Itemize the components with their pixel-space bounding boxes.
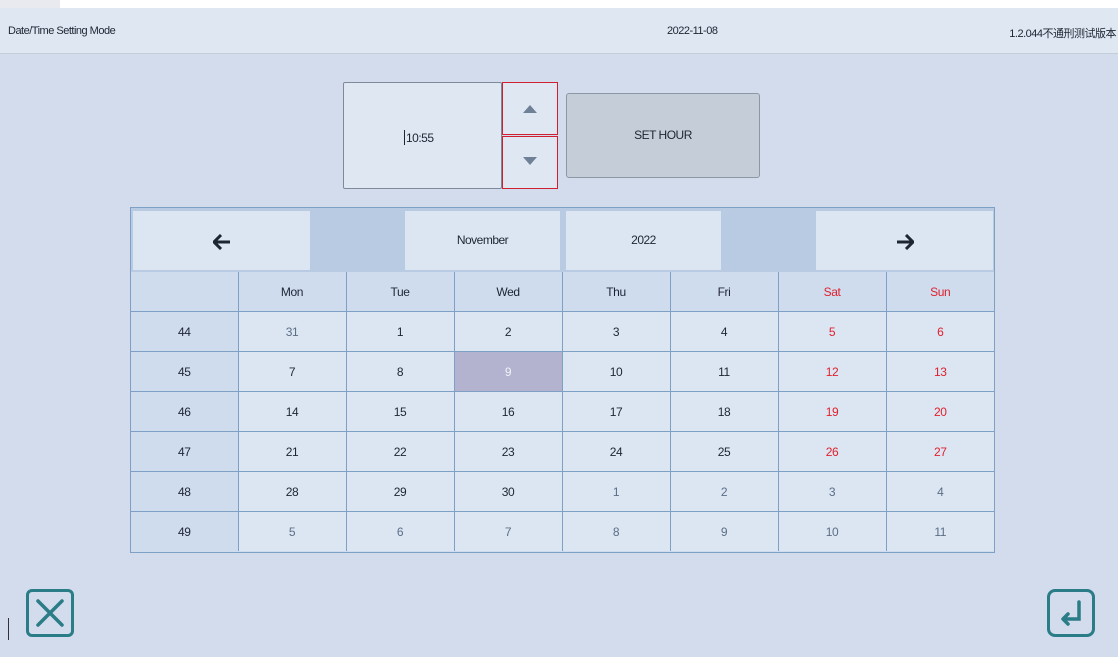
calendar-grid: Mon Tue Wed Thu Fri Sat Sun 44 31 1 2 3 … [131,272,994,551]
day-cell[interactable]: 23 [453,431,563,472]
arrow-right-icon [896,234,915,251]
set-hour-button[interactable]: SET HOUR [566,93,760,178]
weekday-mon: Mon [237,272,347,312]
day-cell[interactable]: 18 [669,391,779,432]
day-cell[interactable]: 24 [561,431,671,472]
weekday-wed: Wed [453,272,563,312]
day-cell[interactable]: 10 [777,511,887,551]
day-cell[interactable]: 6 [885,311,994,352]
day-cell[interactable]: 2 [453,311,563,352]
cancel-button[interactable] [26,589,74,637]
week-number: 45 [131,351,239,392]
prev-month-button[interactable] [133,211,310,270]
week-number: 44 [131,311,239,352]
day-cell[interactable]: 11 [885,511,994,551]
header-bar: Date/Time Setting Mode 2022-11-08 1.2.04… [0,8,1118,54]
top-strip [0,0,1118,8]
day-cell[interactable]: 25 [669,431,779,472]
mode-title: Date/Time Setting Mode [8,25,116,37]
day-cell[interactable]: 11 [669,351,779,392]
top-strip-accent [0,0,60,8]
day-cell[interactable]: 8 [561,511,671,551]
day-cell[interactable]: 1 [561,471,671,512]
day-cell[interactable]: 5 [237,511,347,551]
weekday-sun: Sun [885,272,994,312]
month-label[interactable]: November [405,211,560,270]
day-cell[interactable]: 26 [777,431,887,472]
day-cell[interactable]: 3 [777,471,887,512]
day-cell[interactable]: 19 [777,391,887,432]
day-cell[interactable]: 6 [345,511,455,551]
day-cell[interactable]: 27 [885,431,994,472]
confirm-button[interactable] [1047,589,1095,637]
day-cell[interactable]: 7 [453,511,563,551]
day-cell[interactable]: 7 [237,351,347,392]
version-label: 1.2.044不通刑测试版本 [1009,28,1116,40]
day-cell[interactable]: 31 [237,311,347,352]
week-number: 48 [131,471,239,512]
time-up-button[interactable] [502,82,558,135]
day-cell[interactable]: 5 [777,311,887,352]
day-cell[interactable]: 13 [885,351,994,392]
day-cell[interactable]: 1 [345,311,455,352]
close-box-icon [36,599,64,627]
day-cell[interactable]: 16 [453,391,563,432]
day-cell[interactable]: 8 [345,351,455,392]
day-cell-selected[interactable]: 9 [453,351,563,392]
time-value: 10:55 [404,130,434,145]
day-cell[interactable]: 20 [885,391,994,432]
week-row: 45 7 8 9 10 11 12 13 [131,351,994,392]
week-row: 46 14 15 16 17 18 19 20 [131,391,994,432]
day-cell[interactable]: 21 [237,431,347,472]
calendar: November 2022 Mon Tue Wed Thu Fri Sat Su… [130,207,995,553]
calendar-nav: November 2022 [131,208,994,273]
weekday-fri: Fri [669,272,779,312]
triangle-up-icon [523,105,537,113]
day-cell[interactable]: 3 [561,311,671,352]
enter-return-icon [1061,600,1081,626]
week-number: 46 [131,391,239,432]
weekday-tue: Tue [345,272,455,312]
week-number: 47 [131,431,239,472]
triangle-down-icon [523,157,537,165]
day-cell[interactable]: 4 [885,471,994,512]
day-cell[interactable]: 10 [561,351,671,392]
weekday-header-row: Mon Tue Wed Thu Fri Sat Sun [131,272,994,312]
week-row: 48 28 29 30 1 2 3 4 [131,471,994,512]
day-cell[interactable]: 9 [669,511,779,551]
time-down-button[interactable] [502,136,558,189]
day-cell[interactable]: 2 [669,471,779,512]
week-row: 44 31 1 2 3 4 5 6 [131,311,994,352]
week-row: 47 21 22 23 24 25 26 27 [131,431,994,472]
header-date: 2022-11-08 [667,25,718,37]
edge-marker [8,618,9,640]
week-header [131,272,239,312]
year-label[interactable]: 2022 [566,211,721,270]
day-cell[interactable]: 29 [345,471,455,512]
time-input[interactable]: 10:55 [343,82,502,189]
day-cell[interactable]: 30 [453,471,563,512]
day-cell[interactable]: 15 [345,391,455,432]
day-cell[interactable]: 28 [237,471,347,512]
week-number: 49 [131,511,239,551]
day-cell[interactable]: 22 [345,431,455,472]
day-cell[interactable]: 17 [561,391,671,432]
week-row: 49 5 6 7 8 9 10 11 [131,511,994,551]
day-cell[interactable]: 14 [237,391,347,432]
next-month-button[interactable] [816,211,993,270]
weekday-sat: Sat [777,272,887,312]
weekday-thu: Thu [561,272,671,312]
day-cell[interactable]: 4 [669,311,779,352]
day-cell[interactable]: 12 [777,351,887,392]
arrow-left-icon [211,234,230,251]
